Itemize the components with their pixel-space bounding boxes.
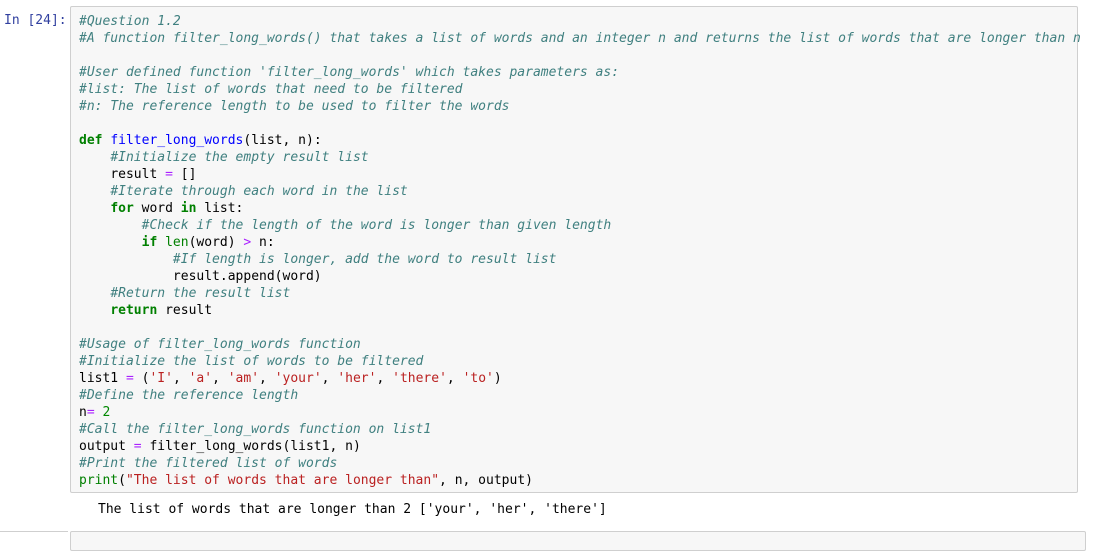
code-line-23: #Define the reference length (79, 388, 299, 403)
code-line-27: #Print the filtered list of words (79, 456, 338, 471)
string-literal: 'her' (337, 371, 377, 386)
separator: , (212, 371, 228, 386)
code-text: output (79, 439, 134, 454)
string-literal: "The list of words that are longer than" (125, 473, 440, 488)
operator: = (125, 371, 134, 386)
separator: , (446, 371, 463, 386)
code-text: result (110, 167, 166, 182)
code-line-28: print("The list of words that are longer… (79, 472, 1081, 489)
code-line-16: result.append(word) (79, 268, 1081, 285)
string-literal: 'to' (462, 371, 494, 386)
code-text: result.append(word) (172, 269, 322, 284)
code-text: ( (118, 473, 126, 488)
code-line-9: #Initialize the empty result list (79, 149, 1081, 166)
code-line-11: #Iterate through each word in the list (79, 183, 1081, 200)
separator: , (321, 371, 338, 386)
keyword-in: in (180, 201, 197, 216)
code-line-25: #Call the filter_long_words function on … (79, 422, 432, 437)
code-line-21: #Initialize the list of words to be filt… (79, 354, 424, 369)
operator: = (133, 439, 142, 454)
comment: #Return the result list (110, 286, 291, 301)
code-line-26: output = filter_long_words(list1, n) (79, 438, 1081, 455)
number-literal: 2 (102, 405, 111, 420)
keyword-def: def (79, 133, 103, 148)
code-text: ( (133, 371, 150, 386)
code-text: n: (251, 235, 275, 250)
input-prompt: In [24]: (4, 13, 67, 28)
code-line-24: n= 2 (79, 404, 1081, 421)
string-literal: 'I' (149, 371, 173, 386)
string-literal: 'there' (392, 371, 447, 386)
comment: #If length is longer, add the word to re… (172, 252, 557, 267)
divider (0, 531, 68, 532)
string-literal: 'a' (188, 371, 213, 386)
code-cell-input[interactable]: #Question 1.2 #A function filter_long_wor… (70, 6, 1081, 493)
comment: #Initialize the empty result list (110, 150, 369, 165)
code-text: n (79, 405, 87, 420)
code-line-13: #Check if the length of the word is long… (79, 217, 1081, 234)
separator: , (376, 371, 393, 386)
code-text: filter_long_words(list1, n) (141, 439, 361, 454)
function-params: (list, n): (243, 133, 322, 148)
code-line-17: #Return the result list (79, 285, 1081, 302)
operator: = (165, 167, 173, 182)
code-line-22: list1 = ('I', 'a', 'am', 'your', 'her', … (79, 370, 1081, 387)
next-code-cell[interactable] (70, 531, 1086, 551)
code-editor[interactable]: #Question 1.2 #A function filter_long_wor… (79, 13, 1081, 489)
code-text: result (157, 303, 213, 318)
comment: #Check if the length of the word is long… (141, 218, 612, 233)
code-text: , n, output) (439, 473, 533, 488)
separator: , (259, 371, 275, 386)
code-text: [] (172, 167, 197, 182)
code-line-18: return result (79, 302, 1081, 319)
code-line-15: #If length is longer, add the word to re… (79, 251, 1081, 268)
code-line-8: def filter_long_words(list, n): (79, 132, 1081, 149)
keyword-if: if (141, 235, 158, 250)
code-line-4: #User defined function 'filter_long_word… (79, 65, 620, 80)
keyword-return: return (110, 303, 158, 318)
cell-output: The list of words that are longer than 2… (98, 502, 607, 517)
code-line-6: #n: The reference length to be used to f… (79, 99, 510, 114)
code-text: ) (493, 371, 502, 386)
code-text: list1 (79, 371, 126, 386)
code-line-14: if len(word) > n: (79, 234, 1081, 251)
code-line-1: #Question 1.2 (79, 14, 181, 29)
code-line-20: #Usage of filter_long_words function (79, 337, 361, 352)
code-line-2: #A function filter_long_words() that tak… (79, 31, 1081, 46)
code-text: word (133, 201, 181, 216)
string-literal: 'am' (227, 371, 260, 386)
code-line-10: result = [] (79, 166, 1081, 183)
operator: = (86, 405, 95, 420)
string-literal: 'your' (274, 371, 322, 386)
builtin-len: len (165, 235, 189, 250)
keyword-for: for (110, 201, 134, 216)
code-text: (word) (188, 235, 244, 250)
comment: #Iterate through each word in the list (110, 184, 408, 199)
code-line-12: for word in list: (79, 200, 1081, 217)
separator: , (172, 371, 189, 386)
function-name: filter_long_words (110, 133, 244, 148)
builtin-print: print (79, 473, 119, 488)
code-text: list: (196, 201, 244, 216)
code-line-5: #list: The list of words that need to be… (79, 82, 463, 97)
